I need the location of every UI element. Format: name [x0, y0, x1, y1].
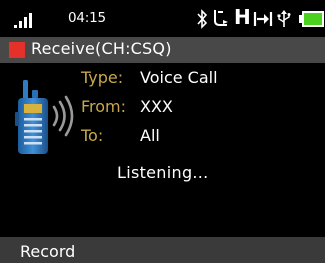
title-bar: Receive(CH:CSQ): [0, 37, 325, 63]
softkey-bar: Record: [0, 237, 325, 263]
walkie-talkie-icon: [15, 80, 74, 154]
call-status-text: Listening...: [117, 163, 209, 182]
status-bar: 04:15 H: [0, 0, 325, 37]
bluetooth-icon: [197, 9, 208, 29]
clock-time: 04:15: [68, 10, 106, 26]
call-forward-icon: [253, 12, 273, 26]
receive-indicator-icon: [9, 42, 25, 58]
signal-strength-icon: [14, 12, 34, 28]
gps-icon: [214, 10, 228, 26]
call-from-label: From:: [81, 97, 127, 116]
record-softkey[interactable]: Record: [20, 242, 75, 261]
page-title: Receive(CH:CSQ): [31, 39, 172, 58]
call-to-value: All: [140, 126, 160, 145]
call-from-value: XXX: [140, 97, 173, 116]
battery-icon: [299, 11, 324, 27]
call-info-panel: Type: Voice Call From: XXX To: All Liste…: [0, 63, 325, 237]
radio-screen: 04:15 H Receive(CH:CSQ) Type: Voice Call…: [0, 0, 325, 263]
call-type-label: Type:: [81, 68, 124, 87]
call-to-label: To:: [81, 126, 104, 145]
usb-icon: [277, 10, 291, 27]
call-type-value: Voice Call: [140, 68, 218, 87]
hsdpa-h-icon: H: [234, 5, 251, 29]
